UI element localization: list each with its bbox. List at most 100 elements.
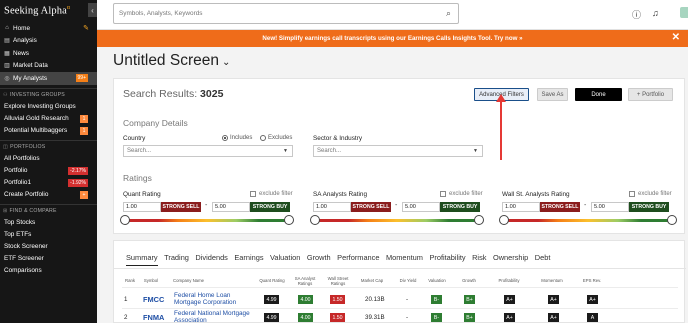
quant-slider-track[interactable]: [126, 219, 288, 222]
save-as-button[interactable]: Save As: [537, 88, 568, 101]
column-header-market-cap[interactable]: Market Cap: [357, 278, 387, 283]
includes-radio[interactable]: Includes: [222, 135, 252, 141]
sidebar-item-home[interactable]: ⌂ Home ✎: [0, 22, 97, 35]
sidebar-item-explore-groups[interactable]: Explore Investing Groups: [0, 101, 97, 113]
checkbox[interactable]: [440, 191, 446, 197]
wallst-slider-max-handle[interactable]: [667, 215, 677, 225]
column-header-symbol[interactable]: Symbol: [141, 278, 161, 283]
sa-slider-min-handle[interactable]: [310, 215, 320, 225]
column-header-eps-rev[interactable]: EPS Rev.: [579, 278, 605, 283]
wallst-exclude-filter[interactable]: exclude filter: [629, 191, 672, 197]
sector-select[interactable]: Search... ▼: [313, 145, 483, 157]
symbol-link[interactable]: FNMA: [143, 313, 164, 322]
bell-icon[interactable]: ♫: [652, 8, 659, 18]
sidebar-item-portfolio1[interactable]: Portfolio1 -1.92%: [0, 177, 97, 189]
sa-max-input[interactable]: 5.00: [402, 202, 440, 212]
sidebar-item-alluvial-gold[interactable]: Alluvial Gold Research 1: [0, 113, 97, 125]
tab-profitability[interactable]: Profitability: [429, 253, 465, 266]
sa-slider-track[interactable]: [316, 219, 478, 222]
column-header-momentum[interactable]: Momentum: [537, 278, 567, 283]
add-portfolio-button[interactable]: + Portfolio: [628, 88, 673, 101]
wallst-slider-track[interactable]: [505, 219, 671, 222]
help-icon[interactable]: ⓘ: [632, 8, 641, 21]
country-select[interactable]: Search... ▼: [123, 145, 293, 157]
tab-summary[interactable]: Summary: [126, 253, 158, 266]
quant-min-label: STRONG SELL: [161, 202, 201, 212]
quant-max-input[interactable]: 5.00: [212, 202, 250, 212]
sidebar-item-top-etfs[interactable]: Top ETFs: [0, 229, 97, 241]
section-portfolios: ◫ PORTFOLIOS: [0, 139, 97, 153]
tab-ownership[interactable]: Ownership: [493, 253, 528, 266]
eps-rev-grade: A+: [587, 295, 598, 304]
tab-momentum[interactable]: Momentum: [386, 253, 423, 266]
sidebar-item-etf-screener[interactable]: ETF Screener: [0, 253, 97, 265]
sidebar-item-all-portfolios[interactable]: All Portfolios: [0, 153, 97, 165]
add-icon[interactable]: +: [80, 190, 88, 199]
column-header-sa[interactable]: SA Analyst Ratings: [292, 276, 318, 286]
checkbox[interactable]: [250, 191, 256, 197]
avatar[interactable]: [680, 7, 688, 18]
search-icon[interactable]: ⌕: [446, 8, 451, 19]
checkbox[interactable]: [629, 191, 635, 197]
column-header-profitability[interactable]: Profitability: [492, 278, 526, 283]
tab-debt[interactable]: Debt: [535, 253, 551, 266]
sidebar-item-news[interactable]: ▦ News: [0, 47, 97, 60]
sidebar-item-create-portfolio[interactable]: Create Portfolio +: [0, 189, 97, 201]
sidebar-item-label: Top Stocks: [4, 219, 36, 226]
collapse-sidebar-button[interactable]: ‹: [88, 3, 97, 17]
promo-text[interactable]: New! Simplify earnings call transcripts …: [262, 35, 522, 42]
column-header-company[interactable]: Company Name: [173, 278, 213, 283]
screen-name: Untitled Screen: [113, 52, 219, 69]
wallst-min-input[interactable]: 1.00: [502, 202, 540, 212]
page-title[interactable]: Untitled Screen ⌄: [113, 52, 230, 70]
sidebar-item-stock-screener[interactable]: Stock Screener: [0, 241, 97, 253]
column-header-growth[interactable]: Growth: [457, 278, 481, 283]
promo-banner[interactable]: New! Simplify earnings call transcripts …: [97, 30, 688, 47]
column-header-wallstreet[interactable]: Wall Street Ratings: [324, 276, 352, 286]
sidebar-item-portfolio[interactable]: Portfolio -2.17%: [0, 165, 97, 177]
quant-exclude-filter[interactable]: exclude filter: [250, 191, 293, 197]
sidebar-item-label: Portfolio: [4, 167, 28, 174]
sidebar-item-comparisons[interactable]: Comparisons: [0, 265, 97, 277]
wallst-max-input[interactable]: 5.00: [591, 202, 629, 212]
tab-trading[interactable]: Trading: [164, 253, 189, 266]
seeking-alpha-logo[interactable]: Seeking Alphaα: [4, 5, 70, 17]
column-header-rank[interactable]: Rank: [123, 278, 137, 283]
sidebar-item-label: My Analysts: [13, 74, 48, 82]
sidebar-item-analysis[interactable]: ▤ Analysis: [0, 35, 97, 48]
tab-risk[interactable]: Risk: [472, 253, 486, 266]
sa-min-input[interactable]: 1.00: [313, 202, 351, 212]
company-link[interactable]: Federal National Mortgage Association: [174, 310, 258, 323]
column-header-div-yield[interactable]: Div Yield: [395, 278, 421, 283]
column-header-quant[interactable]: Quant Rating: [257, 278, 287, 283]
chevron-down-icon[interactable]: ⌄: [222, 57, 230, 68]
sa-min-label: STRONG SELL: [351, 202, 391, 212]
done-button[interactable]: Done: [575, 88, 622, 101]
sidebar-item-label: Top ETFs: [4, 231, 32, 238]
tab-dividends[interactable]: Dividends: [195, 253, 227, 266]
sidebar-item-my-analysts[interactable]: ◎ My Analysts 99+: [0, 72, 97, 85]
edit-pencil-icon[interactable]: ✎: [83, 24, 89, 32]
search-input[interactable]: Symbols, Analysts, Keywords ⌕: [113, 3, 459, 24]
column-header-valuation[interactable]: Valuation: [423, 278, 451, 283]
sidebar-item-potential-multibaggers[interactable]: Potential Multibaggers 1: [0, 125, 97, 137]
company-link[interactable]: Federal Home Loan Mortgage Corporation: [174, 292, 258, 306]
wallst-slider-min-handle[interactable]: [499, 215, 509, 225]
tab-performance[interactable]: Performance: [337, 253, 379, 266]
sidebar-item-top-stocks[interactable]: Top Stocks: [0, 217, 97, 229]
excludes-label: Excludes: [268, 135, 293, 141]
excludes-radio[interactable]: Excludes: [260, 135, 292, 141]
symbol-link[interactable]: FMCC: [143, 295, 164, 304]
results-tabs: Summary Trading Dividends Earnings Valua…: [126, 253, 557, 266]
sidebar-item-market-data[interactable]: ▥ Market Data: [0, 60, 97, 73]
quant-slider-max-handle[interactable]: [284, 215, 294, 225]
results-count: 3025: [200, 88, 224, 100]
sa-slider-max-handle[interactable]: [474, 215, 484, 225]
tab-earnings[interactable]: Earnings: [234, 253, 263, 266]
quant-slider-min-handle[interactable]: [120, 215, 130, 225]
tab-valuation[interactable]: Valuation: [270, 253, 300, 266]
sa-exclude-filter[interactable]: exclude filter: [440, 191, 483, 197]
close-icon[interactable]: ✕: [672, 32, 680, 43]
quant-min-input[interactable]: 1.00: [123, 202, 161, 212]
tab-growth[interactable]: Growth: [307, 253, 331, 266]
